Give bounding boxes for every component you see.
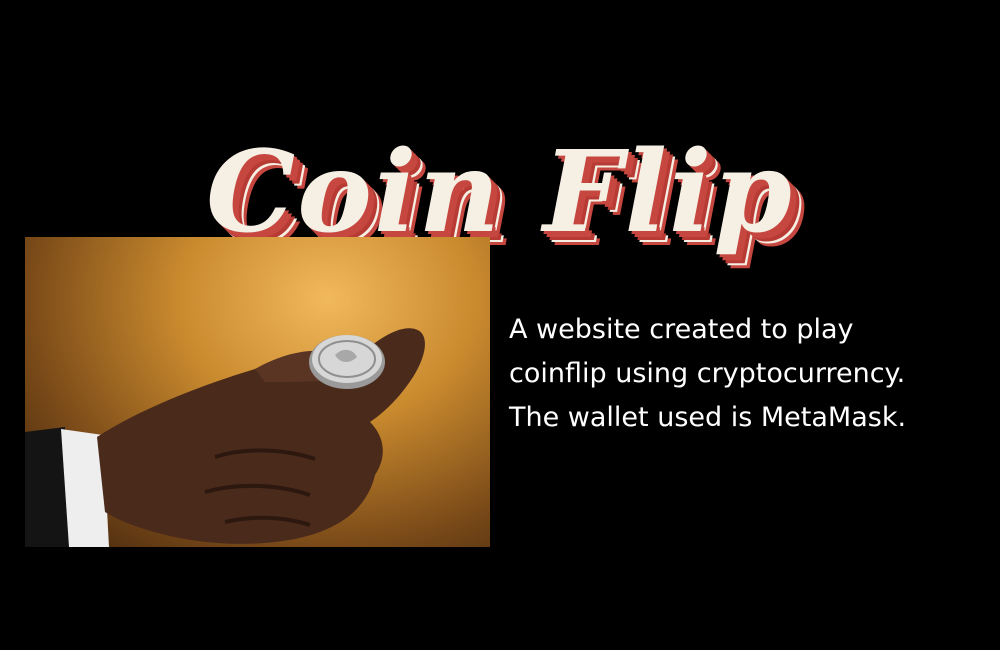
coin-flip-hand-photo [25,237,490,547]
description-line: coinflip using cryptocurrency. [509,358,906,389]
description-line: The wallet used is MetaMask. [509,402,907,433]
coin [309,335,385,389]
page-title: Coin Flip [206,127,794,259]
description: A website created to play coinflip using… [509,308,989,440]
description-line: A website created to play [509,314,854,345]
